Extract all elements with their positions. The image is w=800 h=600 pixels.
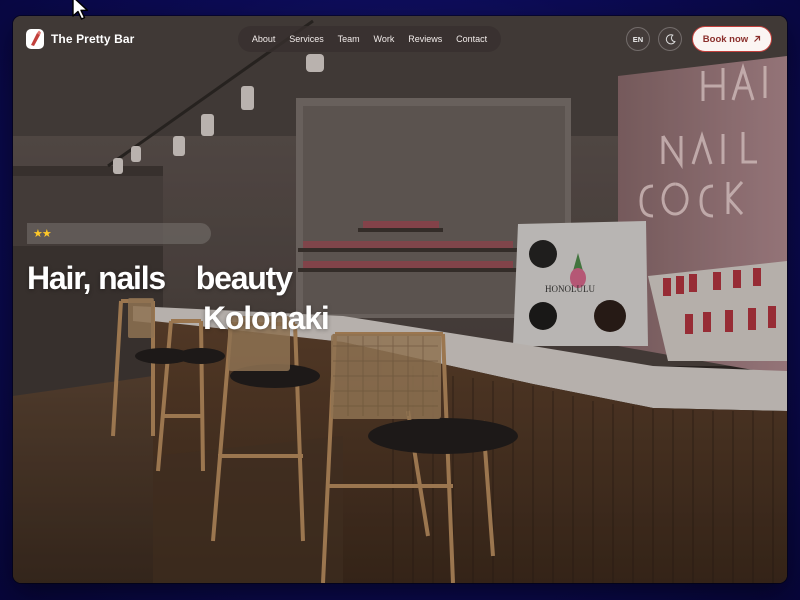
nav-link-reviews[interactable]: Reviews: [408, 34, 442, 44]
brand-name: The Pretty Bar: [51, 32, 135, 46]
star-rating: ★★: [33, 228, 52, 240]
book-now-label: Book now: [702, 33, 749, 45]
hero-heading-line-2: Kolonaki: [203, 300, 330, 336]
brand-logo-link[interactable]: The Pretty Bar: [25, 28, 134, 50]
theme-toggle-button[interactable]: [658, 27, 682, 51]
language-button[interactable]: EN: [626, 27, 650, 51]
hero-heading-line-1: Hair, nails beauty: [27, 260, 293, 296]
moon-icon: [665, 33, 676, 44]
nav-link-contact[interactable]: Contact: [456, 34, 487, 44]
nav-link-services[interactable]: Services: [289, 34, 324, 44]
nav-link-work[interactable]: Work: [374, 34, 395, 44]
nav-link-about[interactable]: About: [252, 34, 276, 44]
rating-badge: ★★: [27, 223, 211, 244]
arrow-up-right-icon: [754, 35, 761, 42]
svg-text:HONOLULU: HONOLULU: [545, 284, 595, 294]
book-now-button[interactable]: Book now: [692, 26, 772, 52]
nav-link-team[interactable]: Team: [338, 34, 360, 44]
main-navigation: About Services Team Work Reviews Contact: [238, 26, 501, 52]
browser-window: HONOLULU The Pretty Bar About Services T…: [13, 16, 787, 583]
lipstick-icon: [26, 29, 44, 49]
mouse-cursor-icon: [72, 0, 89, 20]
hero-background-image: HONOLULU: [13, 16, 787, 583]
